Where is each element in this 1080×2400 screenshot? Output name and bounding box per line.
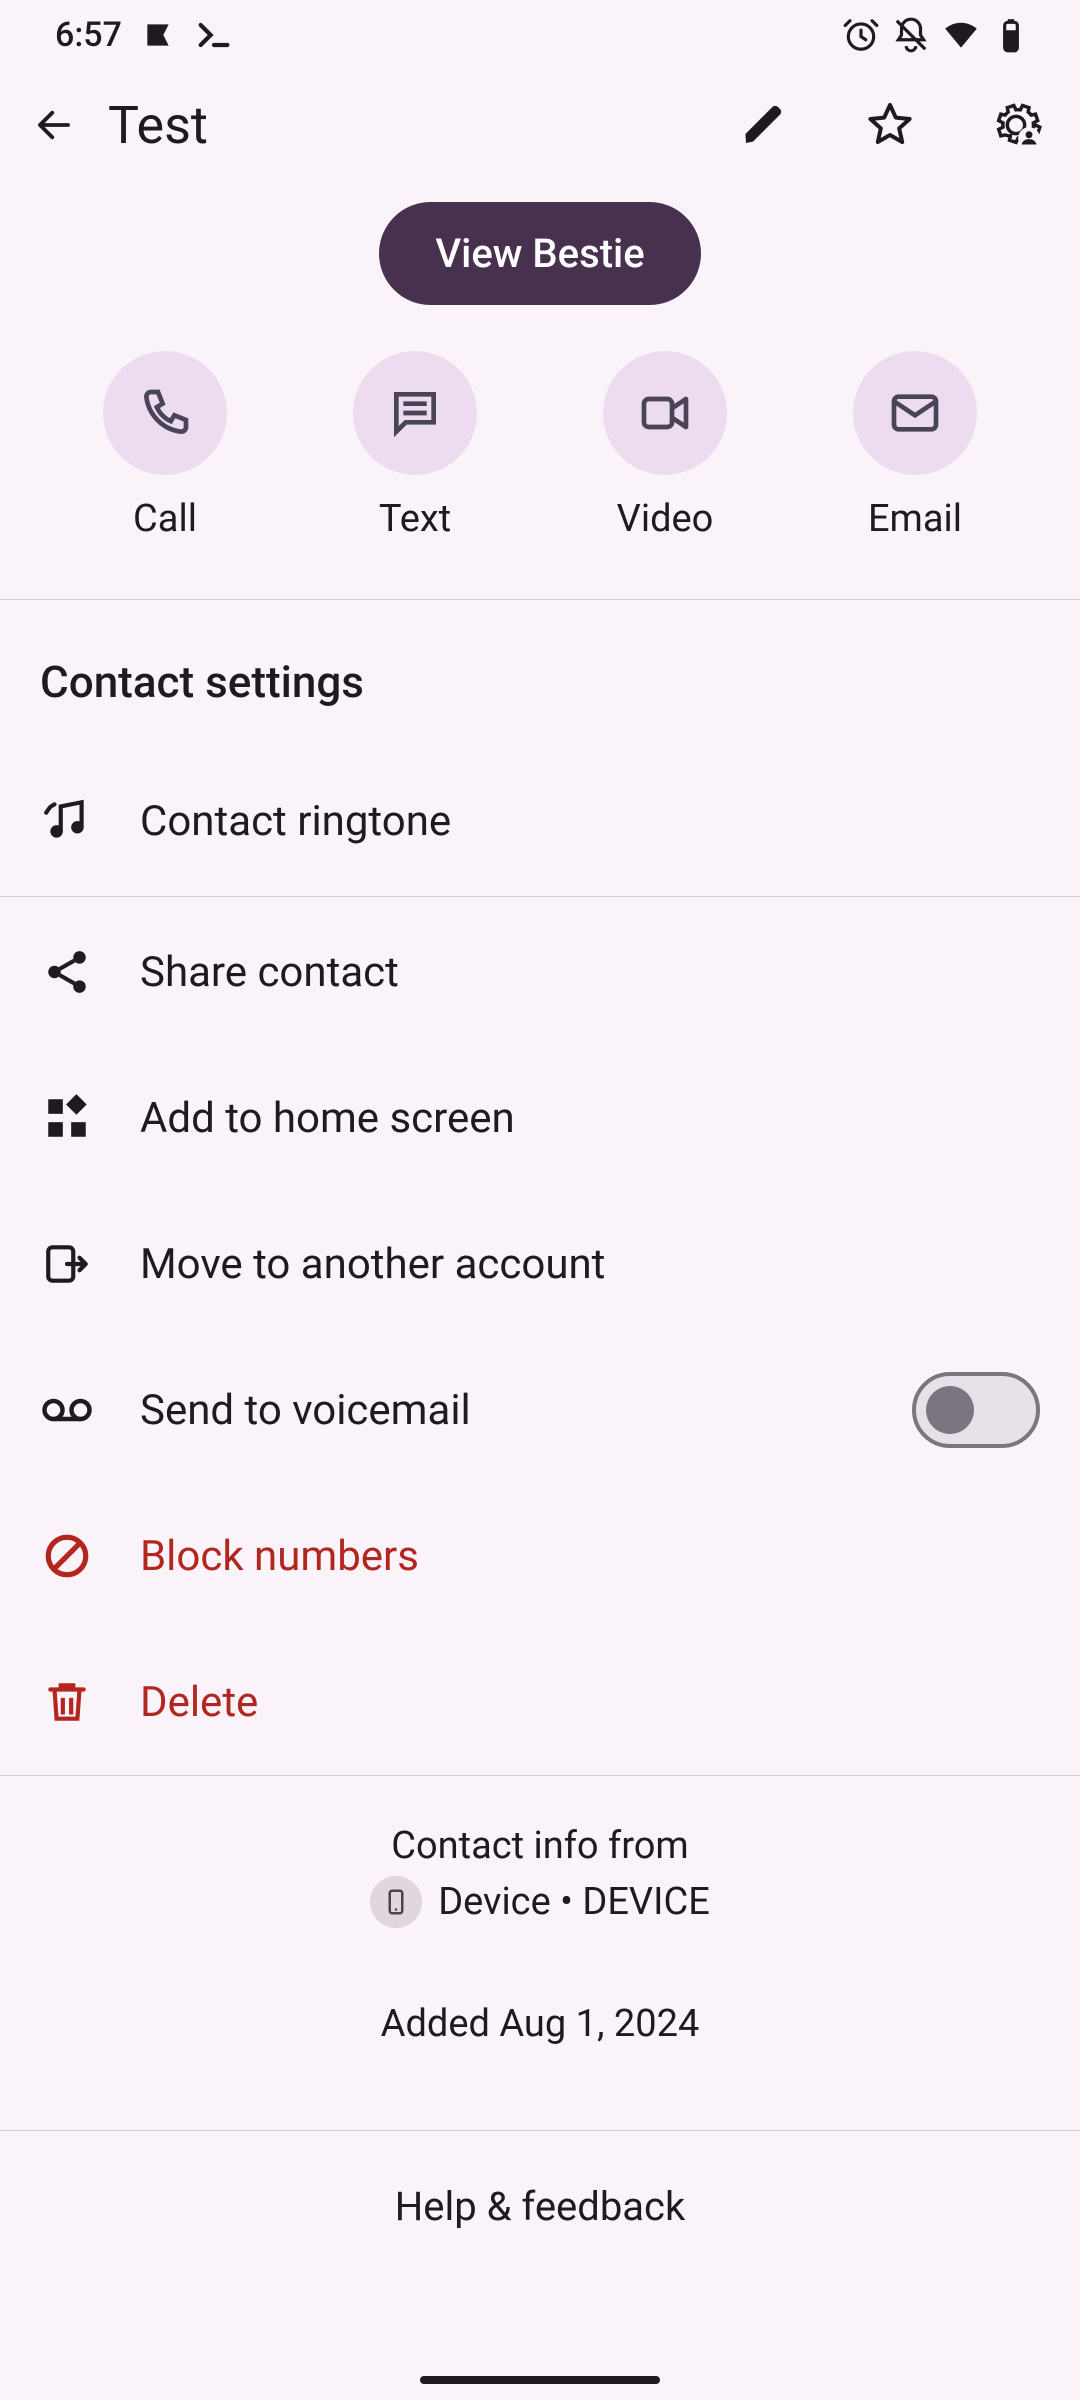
voicemail-label: Send to voicemail xyxy=(140,1386,866,1435)
widgets-icon xyxy=(40,1091,94,1145)
email-label: Email xyxy=(868,497,962,541)
edit-button[interactable] xyxy=(730,91,798,159)
alarm-icon xyxy=(842,16,880,54)
home-label: Add to home screen xyxy=(140,1094,1040,1143)
arrow-left-icon xyxy=(33,104,75,146)
back-button[interactable] xyxy=(30,101,78,149)
delete-label: Delete xyxy=(140,1678,1040,1727)
call-action[interactable]: Call xyxy=(103,351,227,541)
section-contact-settings: Contact settings xyxy=(0,599,1080,748)
email-icon xyxy=(887,385,943,441)
contact-info-block: Contact info from Device • DEVICE Added … xyxy=(0,1775,1080,2130)
help-feedback[interactable]: Help & feedback xyxy=(0,2130,1080,2282)
row-voicemail: Send to voicemail xyxy=(0,1337,1080,1483)
row-block[interactable]: Block numbers xyxy=(0,1483,1080,1629)
email-action[interactable]: Email xyxy=(853,351,977,541)
move-icon xyxy=(40,1237,94,1291)
voicemail-toggle[interactable] xyxy=(912,1372,1040,1448)
text-action[interactable]: Text xyxy=(353,351,477,541)
app-bar: Test xyxy=(0,70,1080,180)
text-circle xyxy=(353,351,477,475)
voicemail-icon xyxy=(40,1383,94,1437)
favorite-button[interactable] xyxy=(856,91,924,159)
phone-icon xyxy=(137,385,193,441)
status-bar: 6:57 xyxy=(0,0,1080,70)
view-bestie-wrap: View Bestie xyxy=(0,180,1080,351)
video-label: Video xyxy=(617,497,714,541)
gear-person-icon xyxy=(990,99,1042,151)
ringtone-label: Contact ringtone xyxy=(140,797,1040,846)
pencil-icon xyxy=(740,101,788,149)
row-share[interactable]: Share contact xyxy=(0,899,1080,1045)
row-move-account[interactable]: Move to another account xyxy=(0,1191,1080,1337)
email-circle xyxy=(853,351,977,475)
trash-icon xyxy=(40,1675,94,1729)
row-home-screen[interactable]: Add to home screen xyxy=(0,1045,1080,1191)
row-ringtone[interactable]: Contact ringtone xyxy=(0,748,1080,894)
view-bestie-button[interactable]: View Bestie xyxy=(379,202,700,305)
device-chip xyxy=(370,1876,422,1928)
star-outline-icon xyxy=(866,101,914,149)
share-icon xyxy=(40,945,94,999)
battery-icon xyxy=(992,16,1030,54)
status-left: 6:57 xyxy=(55,15,234,55)
divider xyxy=(0,896,1080,897)
message-icon xyxy=(387,385,443,441)
text-label: Text xyxy=(379,497,451,541)
video-action[interactable]: Video xyxy=(603,351,727,541)
mute-icon xyxy=(892,16,930,54)
share-label: Share contact xyxy=(140,948,1040,997)
call-circle xyxy=(103,351,227,475)
info-from-label: Contact info from xyxy=(0,1824,1080,1868)
status-right xyxy=(842,16,1030,54)
video-icon xyxy=(637,385,693,441)
info-source-row: Device • DEVICE xyxy=(0,1876,1080,1928)
settings-contact-button[interactable] xyxy=(982,91,1050,159)
quick-actions: Call Text Video Email xyxy=(0,351,1080,599)
device-icon xyxy=(381,1887,411,1917)
row-delete[interactable]: Delete xyxy=(0,1629,1080,1775)
page-title: Test xyxy=(108,95,672,156)
added-date: Added Aug 1, 2024 xyxy=(0,2002,1080,2046)
status-time: 6:57 xyxy=(55,15,122,55)
nav-handle[interactable] xyxy=(420,2376,660,2384)
block-icon xyxy=(40,1529,94,1583)
app-indicator-icon xyxy=(142,19,174,51)
call-label: Call xyxy=(133,497,197,541)
video-circle xyxy=(603,351,727,475)
terminal-icon xyxy=(194,15,234,55)
toggle-knob xyxy=(926,1386,974,1434)
wifi-icon xyxy=(942,16,980,54)
move-label: Move to another account xyxy=(140,1240,1040,1289)
info-source-label: Device • DEVICE xyxy=(438,1880,710,1924)
ringtone-icon xyxy=(40,794,94,848)
block-label: Block numbers xyxy=(140,1532,1040,1581)
